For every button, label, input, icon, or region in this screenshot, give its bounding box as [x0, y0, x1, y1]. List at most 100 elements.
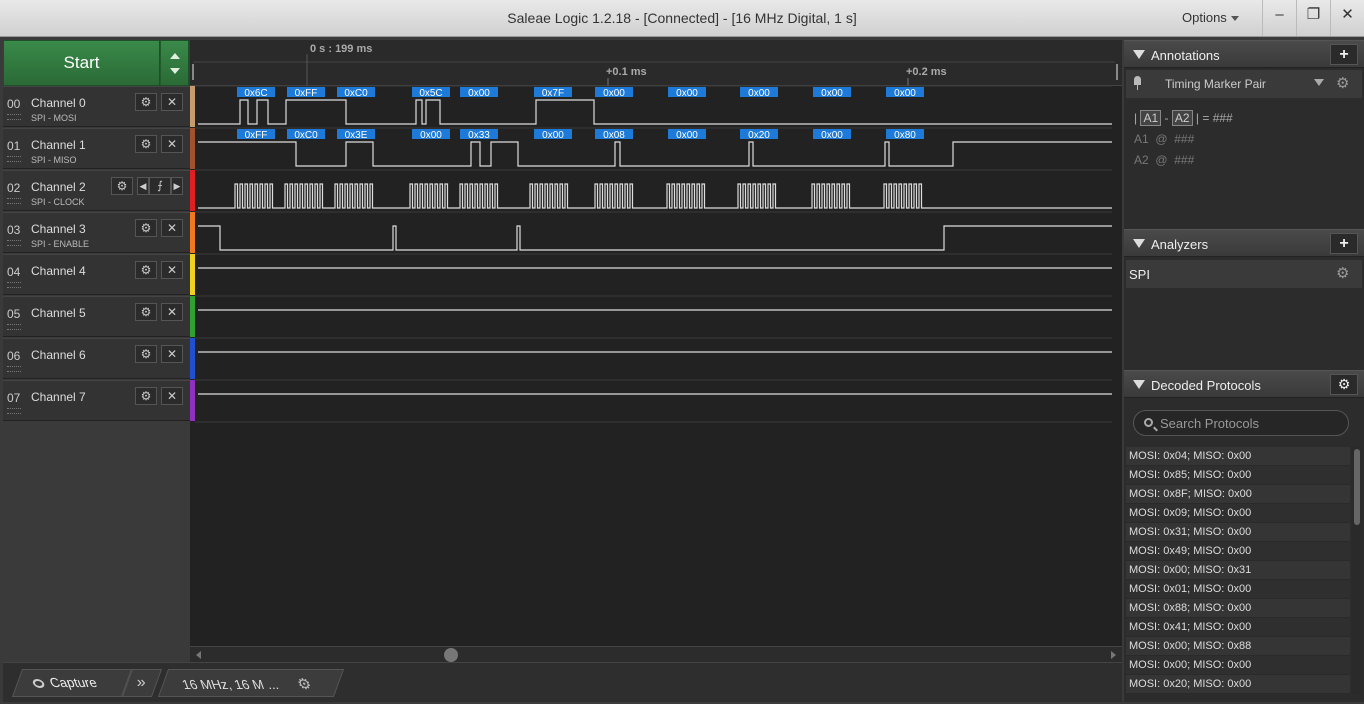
- drag-handle-icon[interactable]: [7, 114, 21, 120]
- list-item[interactable]: MOSI: 0x49; MISO: 0x00: [1126, 542, 1350, 561]
- list-item[interactable]: MOSI: 0x00; MISO: 0x00: [1126, 656, 1350, 675]
- list-item[interactable]: MOSI: 0x04; MISO: 0x00: [1126, 447, 1350, 466]
- gear-icon[interactable]: ⚙: [135, 387, 157, 405]
- start-options-button[interactable]: [160, 40, 189, 86]
- minimize-button[interactable]: –: [1262, 0, 1296, 36]
- gear-icon[interactable]: ⚙: [1336, 74, 1349, 92]
- gear-icon[interactable]: ⚙: [135, 135, 157, 153]
- clock-waveform: [198, 183, 1112, 209]
- list-item[interactable]: MOSI: 0x31; MISO: 0x00: [1126, 523, 1350, 542]
- gear-icon[interactable]: ⚙: [1336, 264, 1349, 282]
- prev-edge-icon[interactable]: ◀: [137, 177, 149, 195]
- decoded-settings-button[interactable]: ⚙: [1330, 374, 1358, 395]
- channel-row[interactable]: 04 Channel 4 ⚙ ✕: [3, 254, 190, 295]
- drag-handle-icon[interactable]: [7, 240, 21, 246]
- close-icon[interactable]: ✕: [161, 135, 183, 153]
- close-window-button[interactable]: ✕: [1330, 0, 1364, 36]
- trigger-edge-icon[interactable]: ⨍: [149, 177, 171, 195]
- scrollbar-thumb[interactable]: [444, 648, 458, 662]
- tab-expand[interactable]: »: [121, 669, 163, 697]
- marker-a2-box[interactable]: A2: [1171, 110, 1193, 126]
- marker-pin-stem: [1137, 84, 1138, 90]
- mosi-byte-label: 0x00: [821, 88, 843, 99]
- drag-handle-icon[interactable]: [7, 324, 21, 330]
- channel-row[interactable]: 01 Channel 1 SPI - MISO ⚙ ✕: [3, 128, 190, 169]
- decoded-protocols-header[interactable]: Decoded Protocols ⚙: [1124, 370, 1364, 398]
- close-icon[interactable]: ✕: [161, 345, 183, 363]
- search-protocols[interactable]: [1133, 410, 1349, 436]
- tick-label: +0.1 ms: [606, 66, 647, 78]
- close-icon[interactable]: ✕: [161, 303, 183, 321]
- miso-byte-label: 0x80: [894, 130, 916, 141]
- list-item[interactable]: MOSI: 0x09; MISO: 0x00: [1126, 504, 1350, 523]
- chevron-down-icon[interactable]: [1314, 79, 1324, 86]
- decoded-list-scrollbar[interactable]: [1352, 447, 1362, 695]
- channel-row[interactable]: 02 Channel 2 SPI - CLOCK ⚙ ◀ ⨍ ▶: [3, 170, 190, 211]
- add-analyzer-button[interactable]: +: [1330, 233, 1358, 254]
- marker-a2-line: A2 @ ###: [1134, 153, 1194, 167]
- pair-equals: =: [1202, 111, 1210, 125]
- gear-icon[interactable]: ⚙: [135, 93, 157, 111]
- gear-icon[interactable]: ⚙: [135, 219, 157, 237]
- channel-name[interactable]: Channel 7: [31, 390, 86, 404]
- list-item[interactable]: MOSI: 0x20; MISO: 0x00: [1126, 675, 1350, 694]
- tab-capture[interactable]: Capture: [11, 669, 133, 697]
- scrollbar-thumb[interactable]: [1354, 449, 1360, 525]
- channel-row[interactable]: 00 Channel 0 SPI - MOSI ⚙ ✕: [3, 86, 190, 127]
- capture-icon: [31, 679, 46, 688]
- annotations-header[interactable]: Annotations +: [1124, 40, 1364, 68]
- next-edge-icon[interactable]: ▶: [171, 177, 183, 195]
- collapse-triangle-icon[interactable]: [1133, 239, 1145, 248]
- close-icon[interactable]: ✕: [161, 261, 183, 279]
- drag-handle-icon[interactable]: [7, 366, 21, 372]
- gear-icon[interactable]: ⚙: [135, 303, 157, 321]
- analyzers-header[interactable]: Analyzers +: [1124, 229, 1364, 257]
- list-item[interactable]: MOSI: 0x88; MISO: 0x00: [1126, 599, 1350, 618]
- channel-name[interactable]: Channel 5: [31, 306, 86, 320]
- close-icon[interactable]: ✕: [161, 219, 183, 237]
- gear-icon[interactable]: ⚙: [135, 345, 157, 363]
- drag-handle-icon[interactable]: [7, 408, 21, 414]
- channel-name[interactable]: Channel 3: [31, 222, 86, 236]
- list-item[interactable]: MOSI: 0x8F; MISO: 0x00: [1126, 485, 1350, 504]
- tab-sample-rate[interactable]: 16 MHz, 16 M ... ⚙: [157, 669, 345, 697]
- marker-a1-box[interactable]: A1: [1140, 110, 1162, 126]
- channel-row[interactable]: 05 Channel 5 ⚙ ✕: [3, 296, 190, 337]
- channel-row[interactable]: 07 Channel 7 ⚙ ✕: [3, 380, 190, 421]
- list-item[interactable]: MOSI: 0x00; MISO: 0x88: [1126, 637, 1350, 656]
- gear-icon[interactable]: ⚙: [135, 261, 157, 279]
- chevron-down-icon: [1230, 16, 1239, 22]
- channel-row[interactable]: 06 Channel 6 ⚙ ✕: [3, 338, 190, 379]
- start-button[interactable]: Start: [3, 40, 160, 86]
- drag-handle-icon[interactable]: [7, 156, 21, 162]
- marker-name: Timing Marker Pair: [1165, 77, 1266, 91]
- collapse-triangle-icon[interactable]: [1133, 50, 1145, 59]
- channel-name[interactable]: Channel 6: [31, 348, 86, 362]
- scroll-left-icon[interactable]: [196, 651, 201, 659]
- options-menu[interactable]: Options: [1182, 10, 1239, 25]
- scroll-right-icon[interactable]: [1111, 651, 1116, 659]
- channel-name[interactable]: Channel 4: [31, 264, 86, 278]
- drag-handle-icon[interactable]: [7, 198, 21, 204]
- add-annotation-button[interactable]: +: [1330, 44, 1358, 65]
- collapse-triangle-icon[interactable]: [1133, 380, 1145, 389]
- channel-name[interactable]: Channel 2: [31, 180, 86, 194]
- list-item[interactable]: MOSI: 0x41; MISO: 0x00: [1126, 618, 1350, 637]
- channel-name[interactable]: Channel 0: [31, 96, 86, 110]
- horizontal-scrollbar[interactable]: [190, 646, 1122, 662]
- analyzer-item-spi[interactable]: SPI ⚙: [1126, 260, 1362, 288]
- channel-name[interactable]: Channel 1: [31, 138, 86, 152]
- channel-row[interactable]: 03 Channel 3 SPI - ENABLE ⚙ ✕: [3, 212, 190, 253]
- close-icon[interactable]: ✕: [161, 387, 183, 405]
- list-item[interactable]: MOSI: 0x01; MISO: 0x00: [1126, 580, 1350, 599]
- gear-icon[interactable]: ⚙: [111, 177, 133, 195]
- close-icon[interactable]: ✕: [161, 93, 183, 111]
- search-input[interactable]: [1160, 414, 1340, 432]
- drag-handle-icon[interactable]: [7, 282, 21, 288]
- gear-icon[interactable]: ⚙: [294, 675, 315, 693]
- list-item[interactable]: MOSI: 0x85; MISO: 0x00: [1126, 466, 1350, 485]
- a1-at: @: [1155, 132, 1168, 146]
- restore-button[interactable]: ❐: [1296, 0, 1330, 36]
- timing-marker-row[interactable]: Timing Marker Pair ⚙: [1126, 70, 1362, 98]
- list-item[interactable]: MOSI: 0x00; MISO: 0x31: [1126, 561, 1350, 580]
